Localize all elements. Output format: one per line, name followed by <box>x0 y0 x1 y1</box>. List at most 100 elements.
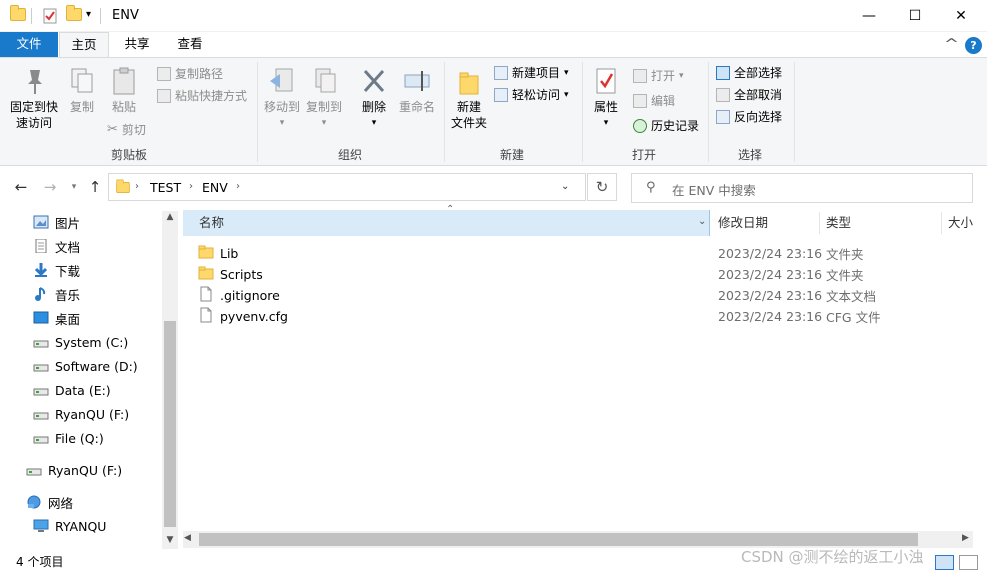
tab-view[interactable]: 查看 <box>164 32 216 57</box>
scroll-left-icon[interactable]: ◀ <box>184 533 191 543</box>
nav-item[interactable]: Software (D:) <box>33 355 138 377</box>
move-to-button[interactable]: 移动到 ▾ <box>262 66 302 131</box>
paste-icon <box>104 66 144 99</box>
paste-shortcut-button[interactable]: 粘贴快捷方式 <box>157 87 247 105</box>
breadcrumb-env[interactable]: ENV <box>202 180 228 195</box>
pin-icon <box>6 66 62 99</box>
file-date: 2023/2/24 23:16 <box>718 246 823 261</box>
pin-label-2: 速访问 <box>15 116 52 130</box>
large-icons-view-icon[interactable] <box>959 555 978 570</box>
file-date: 2023/2/24 23:16 <box>718 267 823 282</box>
watermark: CSDN @测不绘的返工小浊 <box>741 548 924 566</box>
divider <box>100 8 101 24</box>
nav-item[interactable]: 图片 <box>33 211 80 233</box>
search-input[interactable]: ⚲ 在 ENV 中搜索 <box>631 173 973 203</box>
nav-item[interactable]: Data (E:) <box>33 379 111 401</box>
maximize-button[interactable]: ☐ <box>892 0 938 32</box>
breadcrumb-chevron-icon: › <box>189 181 193 192</box>
column-dropdown-icon[interactable]: ⌄ <box>698 216 706 227</box>
open-button[interactable]: 打开 ▾ <box>633 67 684 85</box>
scroll-down-icon[interactable]: ▼ <box>164 535 176 547</box>
rename-button[interactable]: 重命名 <box>396 66 438 115</box>
copy-path-button[interactable]: 复制路径 <box>157 65 223 83</box>
close-button[interactable]: ✕ <box>938 0 984 32</box>
tab-share[interactable]: 共享 <box>112 32 162 57</box>
invert-selection-icon <box>716 110 730 124</box>
horizontal-scrollbar-thumb[interactable] <box>199 533 918 546</box>
nav-item[interactable]: 文档 <box>33 235 80 257</box>
file-row[interactable]: .gitignore 2023/2/24 23:16 文本文档 <box>198 285 958 306</box>
nav-item[interactable]: System (C:) <box>33 331 128 353</box>
nav-item[interactable]: 桌面 <box>33 307 80 329</box>
new-item-icon <box>494 66 508 80</box>
file-row[interactable]: Scripts 2023/2/24 23:16 文件夹 <box>198 264 958 285</box>
nav-item[interactable]: 音乐 <box>33 283 80 305</box>
address-bar[interactable]: › TEST › ENV › ⌄ <box>108 173 586 201</box>
delete-button[interactable]: 删除 ▾ <box>356 66 392 131</box>
file-type: 文本文档 <box>826 289 877 304</box>
up-arrow-icon[interactable]: ↑ <box>85 177 105 197</box>
nav-item[interactable]: 下载 <box>33 259 80 281</box>
copy-to-button[interactable]: 复制到 ▾ <box>303 66 345 131</box>
new-folder-button[interactable]: 新建 文件夹 <box>449 66 489 131</box>
nav-scrollbar-thumb[interactable] <box>164 321 176 527</box>
invert-selection-button[interactable]: 反向选择 <box>716 108 782 126</box>
delete-x-icon <box>356 66 392 99</box>
copy-button[interactable]: 复制 <box>64 66 100 115</box>
breadcrumb-test[interactable]: TEST <box>150 180 181 195</box>
file-row[interactable]: pyvenv.cfg 2023/2/24 23:16 CFG 文件 <box>198 306 958 327</box>
tab-file[interactable]: 文件 <box>0 32 58 57</box>
nav-item-usb-drive[interactable]: RyanQU (F:) <box>26 459 122 481</box>
breadcrumb-chevron-icon: › <box>236 181 240 192</box>
file-icon <box>198 307 214 326</box>
column-type[interactable]: 类型 <box>826 210 851 236</box>
drive-icon <box>33 407 49 421</box>
nav-item[interactable]: File (Q:) <box>33 427 104 449</box>
easy-access-button[interactable]: 轻松访问 ▾ <box>494 86 569 104</box>
quick-access-dropdown-icon[interactable]: ▾ <box>86 9 91 20</box>
open-icon <box>633 69 647 83</box>
title-bar <box>0 0 987 32</box>
recent-locations-icon[interactable]: ▾ <box>64 177 84 197</box>
help-icon[interactable]: ? <box>965 37 982 54</box>
collapse-ribbon-icon[interactable]: ^ <box>944 37 959 52</box>
paste-button[interactable]: 粘贴 <box>104 66 144 115</box>
column-date[interactable]: 修改日期 <box>718 210 768 236</box>
edit-button[interactable]: 编辑 <box>633 92 675 110</box>
column-size[interactable]: 大小 <box>948 210 973 236</box>
back-arrow-icon[interactable]: ← <box>11 177 31 197</box>
new-folder-quick-icon[interactable] <box>66 5 82 24</box>
new-folder-icon <box>449 66 489 99</box>
history-button[interactable]: 历史记录 <box>633 117 699 135</box>
pin-quick-access-button[interactable]: 固定到快 速访问 <box>6 66 62 131</box>
copy-icon <box>64 66 100 99</box>
refresh-icon[interactable]: ↻ <box>587 173 617 201</box>
file-type: CFG 文件 <box>826 310 881 325</box>
select-none-button[interactable]: 全部取消 <box>716 86 782 104</box>
details-view-icon[interactable] <box>935 555 954 570</box>
group-divider <box>794 62 795 162</box>
properties-button[interactable]: 属性 ▾ <box>588 66 624 131</box>
nav-item-computer[interactable]: RYANQU <box>33 515 106 537</box>
tab-home[interactable]: 主页 <box>59 32 109 57</box>
select-all-icon <box>716 66 730 80</box>
group-divider <box>257 62 258 162</box>
drive-icon <box>33 431 49 445</box>
scroll-up-icon[interactable]: ▲ <box>164 212 176 224</box>
scroll-right-icon[interactable]: ▶ <box>962 533 969 543</box>
copy-path-icon <box>157 67 171 81</box>
address-dropdown-icon[interactable]: ⌄ <box>561 181 569 192</box>
cut-button[interactable]: ✂ 剪切 <box>107 121 146 139</box>
nav-item-network[interactable]: 网络 <box>26 491 73 513</box>
nav-item[interactable]: RyanQU (F:) <box>33 403 129 425</box>
file-row[interactable]: Lib 2023/2/24 23:16 文件夹 <box>198 243 958 264</box>
minimize-button[interactable]: — <box>846 0 892 32</box>
column-divider <box>941 212 942 234</box>
forward-arrow-icon[interactable]: → <box>40 177 60 197</box>
easy-access-icon <box>494 88 508 102</box>
select-all-button[interactable]: 全部选择 <box>716 64 782 82</box>
new-item-button[interactable]: 新建项目 ▾ <box>494 64 569 82</box>
delete-label: 删除 <box>361 100 386 114</box>
group-divider <box>582 62 583 162</box>
properties-check-icon[interactable] <box>42 8 58 24</box>
